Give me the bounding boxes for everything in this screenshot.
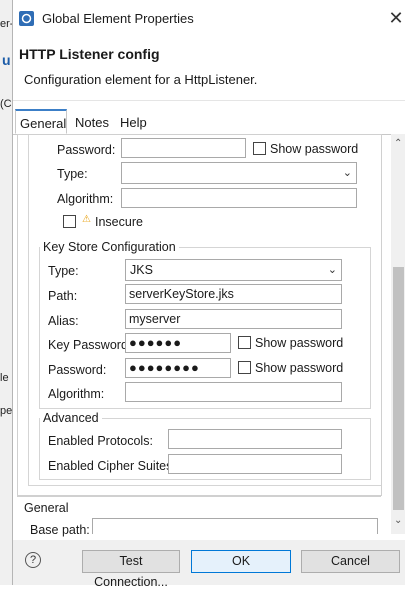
test-connection-button[interactable]: Test Connection...	[82, 550, 180, 589]
cancel-button[interactable]: Cancel	[301, 550, 400, 573]
ok-button[interactable]: OK	[191, 550, 291, 573]
keystore-show-password-label: Show password	[255, 361, 344, 375]
background-window: er- u (C le pe	[0, 0, 13, 585]
trust-algorithm-field[interactable]	[121, 188, 357, 208]
general-section: General Base path:	[13, 494, 391, 537]
trust-type-dropdown[interactable]: ⌄	[121, 162, 357, 184]
base-path-label: Base path:	[30, 523, 90, 537]
trust-show-password-checkbox[interactable]	[253, 142, 266, 155]
key-store-group-title: Key Store Configuration	[40, 240, 179, 254]
key-alias-label: Alias:	[48, 314, 79, 328]
key-show-password-checkbox[interactable]	[238, 336, 251, 349]
app-icon	[19, 11, 34, 26]
tab-notes[interactable]: Notes	[75, 115, 109, 130]
key-path-label: Path:	[48, 289, 78, 303]
background-text: le	[0, 372, 9, 384]
key-show-password-label: Show password	[255, 336, 344, 350]
keystore-password-label: Password:	[48, 363, 107, 377]
key-algorithm-field[interactable]	[125, 382, 342, 402]
close-icon[interactable]: ✕	[387, 8, 405, 28]
enabled-protocols-label: Enabled Protocols:	[48, 434, 153, 448]
background-text: (C	[0, 98, 12, 110]
scroll-up-icon[interactable]: ⌃	[394, 138, 402, 149]
background-text: pe	[0, 405, 13, 417]
scrollbar-thumb[interactable]	[393, 267, 404, 510]
keystore-show-password-checkbox[interactable]	[238, 361, 251, 374]
advanced-group: Advanced Enabled Protocols: Enabled Ciph…	[39, 411, 371, 480]
tab-bar: General Notes Help	[13, 101, 405, 135]
dialog-footer: ? Test Connection... OK Cancel	[13, 540, 405, 589]
background-text: u	[2, 52, 11, 68]
key-path-field[interactable]: serverKeyStore.jks	[125, 284, 342, 304]
enabled-protocols-field[interactable]	[168, 429, 342, 449]
global-element-properties-dialog: Global Element Properties ✕ HTTP Listene…	[12, 0, 405, 589]
chevron-down-icon: ⌄	[342, 167, 352, 179]
trust-password-label: Password:	[57, 143, 116, 157]
key-store-group: Key Store Configuration Type: JKS ⌄ Path…	[39, 240, 371, 409]
page-title: HTTP Listener config	[19, 46, 160, 62]
insecure-label: Insecure	[95, 215, 143, 229]
key-password-field[interactable]: ●●●●●●	[125, 333, 231, 353]
scroll-down-icon[interactable]: ⌄	[394, 515, 402, 526]
window-title: Global Element Properties	[42, 11, 194, 26]
title-bar: Global Element Properties ✕	[13, 0, 405, 38]
key-algorithm-label: Algorithm:	[48, 387, 105, 401]
trust-show-password-label: Show password	[270, 142, 359, 156]
keystore-password-field[interactable]: ●●●●●●●●	[125, 358, 231, 378]
help-icon[interactable]: ?	[25, 552, 41, 568]
enabled-cipher-suites-label: Enabled Cipher Suites:	[48, 459, 176, 473]
trust-type-label: Type:	[57, 167, 88, 181]
key-type-dropdown[interactable]: JKS ⌄	[125, 259, 342, 281]
trust-password-field[interactable]	[121, 138, 246, 158]
warning-icon: ⚠	[82, 214, 91, 225]
key-alias-field[interactable]: myserver	[125, 309, 342, 329]
page-description: Configuration element for a HttpListener…	[24, 72, 258, 87]
key-password-label: Key Password:	[48, 338, 132, 352]
enabled-cipher-suites-field[interactable]	[168, 454, 342, 474]
tls-configuration-panel: Password: Show password Type: ⌄ Algorith…	[28, 135, 381, 486]
general-tab-content: Password: Show password Type: ⌄ Algorith…	[17, 134, 382, 496]
key-type-value: JKS	[130, 263, 153, 277]
tab-help[interactable]: Help	[120, 115, 147, 130]
insecure-checkbox[interactable]	[63, 215, 76, 228]
section-divider	[17, 496, 381, 497]
trust-algorithm-label: Algorithm:	[57, 192, 114, 206]
dialog-header: HTTP Listener config Configuration eleme…	[13, 38, 405, 100]
chevron-down-icon: ⌄	[327, 264, 337, 276]
base-path-field[interactable]	[92, 518, 378, 534]
advanced-group-title: Advanced	[40, 411, 102, 425]
tab-general[interactable]: General	[15, 109, 67, 134]
general-section-title: General	[24, 501, 69, 515]
key-type-label: Type:	[48, 264, 79, 278]
